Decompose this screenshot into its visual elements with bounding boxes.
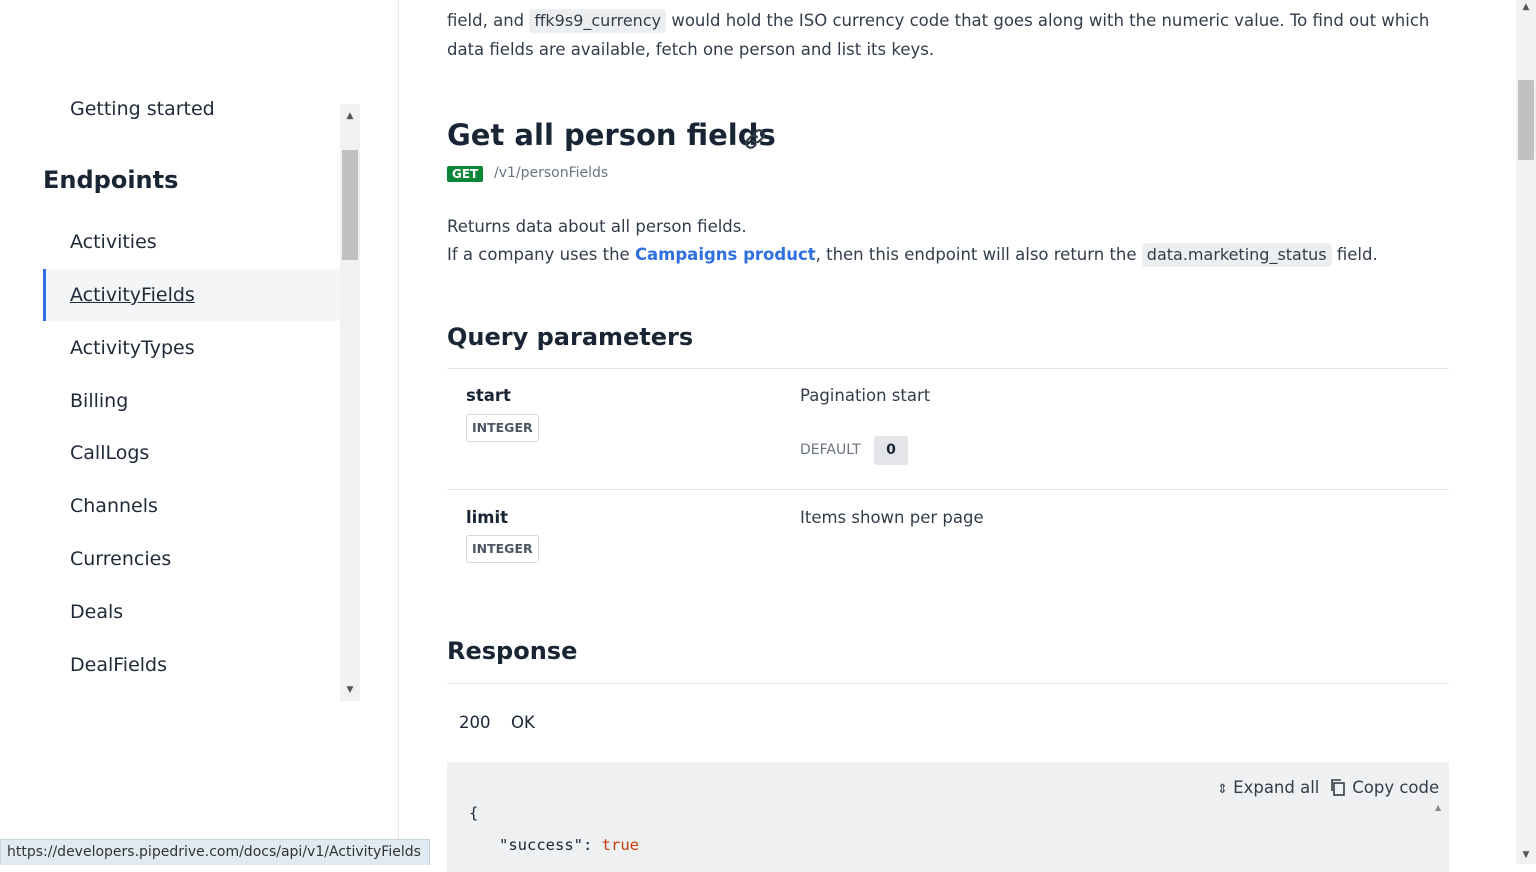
param-description-limit: Items shown per page (800, 508, 984, 527)
copy-code-button[interactable]: Copy code (1329, 778, 1439, 797)
sidebar-item-activityfields[interactable]: ActivityFields (43, 269, 340, 321)
sidebar: Getting started Endpoints Activities Act… (0, 0, 399, 864)
intro-text-1: field, and (447, 11, 530, 30)
code-scroll-up-icon[interactable]: ▲ (1435, 803, 1441, 812)
main-content: field, and ffk9s9_currency would hold th… (399, 0, 1515, 872)
sidebar-item-currencies[interactable]: Currencies (43, 533, 340, 585)
endpoint-title: Get all person fields (447, 118, 776, 152)
param-name-limit: limit (466, 508, 509, 527)
desc-text-mid: , then this endpoint will also return th… (815, 245, 1142, 264)
endpoint-path: /v1/personFields (494, 165, 609, 181)
page-scroll-down-icon[interactable]: ▼ (1516, 850, 1536, 860)
campaigns-product-link[interactable]: Campaigns product (635, 245, 816, 264)
divider (447, 368, 1449, 369)
code-open-brace: { (469, 804, 479, 822)
page-scroll-up-icon[interactable]: ▲ (1516, 2, 1536, 12)
desc-text-post: field. (1331, 245, 1378, 264)
inline-code-marketing-status: data.marketing_status (1141, 243, 1332, 267)
sidebar-scrollbar-thumb[interactable] (342, 150, 358, 260)
scroll-down-arrow-icon[interactable]: ▼ (340, 680, 360, 700)
endpoint-description-line2: If a company uses the Campaigns product,… (447, 243, 1378, 267)
default-label: DEFAULT (800, 442, 861, 458)
sidebar-nav: Getting started Endpoints Activities Act… (0, 84, 340, 704)
desc-text-pre: If a company uses the (447, 245, 635, 264)
browser-status-url: https://developers.pipedrive.com/docs/ap… (0, 839, 430, 865)
sidebar-item-calllogs[interactable]: CallLogs (43, 427, 340, 479)
sidebar-section-heading: Endpoints (43, 166, 179, 194)
expand-all-button[interactable]: ⇕ Expand all (1217, 778, 1319, 797)
intro-paragraph: field, and ffk9s9_currency would hold th… (447, 6, 1457, 64)
sidebar-item-getting-started[interactable]: Getting started (70, 98, 215, 120)
divider (447, 489, 1449, 490)
scroll-up-arrow-icon[interactable]: ▲ (340, 106, 360, 126)
response-status-code[interactable]: 200 (459, 713, 491, 732)
copy-icon (1331, 779, 1345, 796)
code-value-true: true (601, 836, 639, 854)
inline-code-currency: ffk9s9_currency (529, 9, 667, 33)
code-key-success: "success": (499, 836, 593, 854)
sidebar-item-billing[interactable]: Billing (43, 375, 340, 427)
param-name-start: start (466, 386, 511, 405)
anchor-link-icon[interactable] (743, 127, 767, 151)
response-status-text: OK (511, 713, 535, 732)
expand-collapse-icon: ⇕ (1217, 782, 1228, 797)
default-value: 0 (874, 436, 908, 465)
http-method-badge: GET (447, 166, 484, 182)
sidebar-item-activities[interactable]: Activities (43, 216, 340, 268)
sidebar-item-activitytypes[interactable]: ActivityTypes (43, 322, 340, 374)
copy-code-label: Copy code (1352, 778, 1440, 797)
expand-all-label: Expand all (1233, 778, 1320, 797)
param-description-start: Pagination start (800, 386, 931, 405)
param-type-badge: INTEGER (466, 535, 539, 563)
sidebar-item-channels[interactable]: Channels (43, 480, 340, 532)
page-scrollbar-thumb[interactable] (1518, 80, 1534, 160)
code-line-success: "success": true (499, 836, 639, 854)
sidebar-item-dealfields[interactable]: DealFields (43, 639, 340, 691)
divider (447, 683, 1449, 684)
endpoint-description-line1: Returns data about all person fields. (447, 217, 747, 236)
query-parameters-heading: Query parameters (447, 323, 694, 351)
param-type-badge: INTEGER (466, 414, 539, 442)
response-heading: Response (447, 637, 578, 665)
sidebar-item-deals[interactable]: Deals (43, 586, 340, 638)
